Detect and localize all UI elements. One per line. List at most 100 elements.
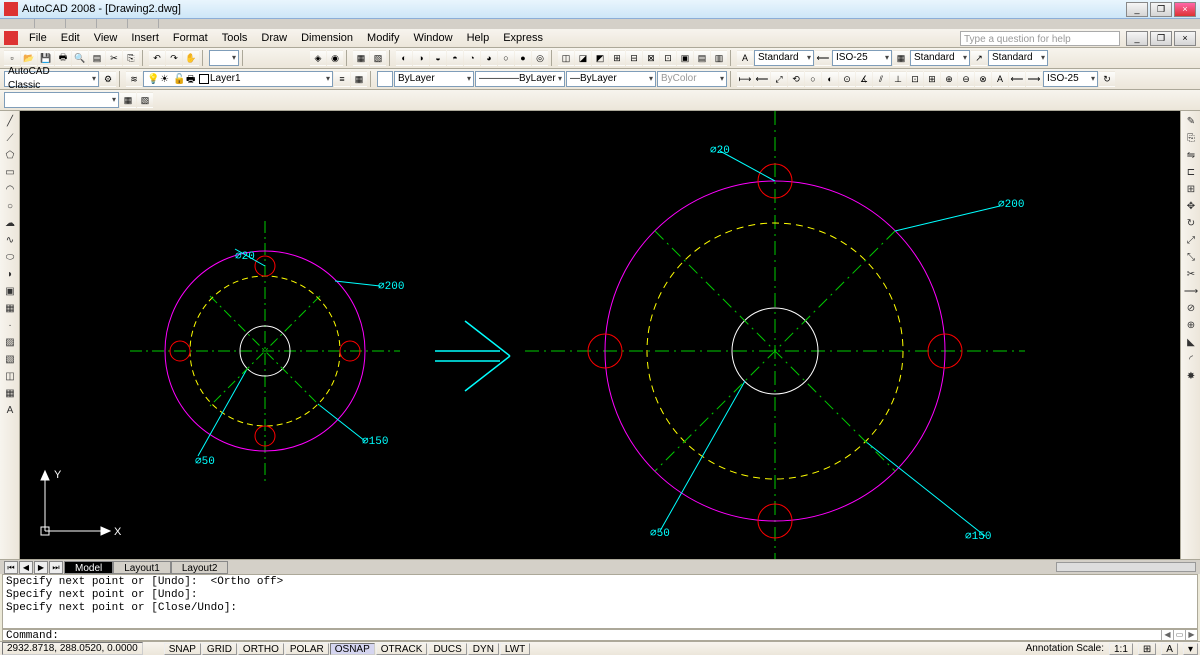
table-style-combo[interactable]: Standard <box>910 50 970 66</box>
hscrollbar[interactable] <box>1056 562 1196 572</box>
layer-props-button[interactable]: ≋ <box>126 71 142 87</box>
anno-auto-button[interactable]: A <box>1161 643 1178 655</box>
table-tool[interactable]: ▦ <box>2 385 18 401</box>
color-combo[interactable]: ByLayer <box>394 71 474 87</box>
tab-model[interactable]: Model <box>64 561 113 574</box>
workspace-settings-button[interactable]: ⚙ <box>100 71 116 87</box>
preview-button[interactable]: 🔍 <box>72 50 88 66</box>
arc-tool[interactable]: ◠ <box>2 181 18 197</box>
layer-tool-button[interactable]: ≡ <box>334 71 350 87</box>
polygon-tool[interactable]: ⬠ <box>2 147 18 163</box>
dim-tool-button[interactable]: ⊥ <box>890 71 906 87</box>
pline-tool[interactable]: ⟋ <box>2 130 18 146</box>
new-button[interactable]: ▫ <box>4 50 20 66</box>
cmd-scroll-right[interactable]: ▶ <box>1185 630 1197 640</box>
offset-tool[interactable]: ⊏ <box>1183 164 1199 180</box>
gradient-tool[interactable]: ▧ <box>2 351 18 367</box>
zoom-combo[interactable] <box>209 50 239 66</box>
plotstyle-combo[interactable]: ByColor <box>657 71 727 87</box>
status-tray-button[interactable]: ▾ <box>1183 643 1198 655</box>
status-otrack[interactable]: OTRACK <box>376 643 428 655</box>
extend-tool[interactable]: ⟶ <box>1183 283 1199 299</box>
line-tool[interactable]: ╱ <box>2 113 18 129</box>
undo-button[interactable]: ↶ <box>149 50 165 66</box>
dim-tool-button[interactable]: A <box>992 71 1008 87</box>
tool-button[interactable]: ⊞ <box>609 50 625 66</box>
dim-style-icon[interactable]: ⟵ <box>815 50 831 66</box>
color-swatch[interactable] <box>377 71 393 87</box>
anno-scale-value[interactable]: 1:1 <box>1109 643 1133 655</box>
dim-tool-button[interactable]: ○ <box>805 71 821 87</box>
drawing-canvas[interactable]: ⌀20 ⌀200 ⌀50 ⌀150 ⌀20 ⌀200 ⌀50 ⌀150 Y X <box>20 111 1180 559</box>
menu-file[interactable]: File <box>22 32 54 44</box>
revcloud-tool[interactable]: ☁ <box>2 215 18 231</box>
nav-button[interactable]: ◉ <box>327 50 343 66</box>
tool-button[interactable]: ◕ <box>481 50 497 66</box>
status-snap[interactable]: SNAP <box>164 643 201 655</box>
status-lwt[interactable]: LWT <box>500 643 530 655</box>
doc-minimize-button[interactable]: _ <box>1126 31 1148 46</box>
status-ducs[interactable]: DUCS <box>428 643 466 655</box>
tab-layout2[interactable]: Layout2 <box>171 561 229 574</box>
tool-button[interactable]: ● <box>515 50 531 66</box>
dim-tool-button[interactable]: ◐ <box>822 71 838 87</box>
menu-tools[interactable]: Tools <box>215 32 255 44</box>
hatch-tool[interactable]: ▨ <box>2 334 18 350</box>
join-tool[interactable]: ⊕ <box>1183 317 1199 333</box>
anno-vis-button[interactable]: ⊞ <box>1138 643 1156 655</box>
break-tool[interactable]: ⊘ <box>1183 300 1199 316</box>
status-dyn[interactable]: DYN <box>468 643 499 655</box>
tool-button[interactable]: ○ <box>498 50 514 66</box>
point-tool[interactable]: · <box>2 317 18 333</box>
publish-button[interactable]: ▤ <box>89 50 105 66</box>
erase-tool[interactable]: ✎ <box>1183 113 1199 129</box>
dim-tool-button[interactable]: ⊡ <box>907 71 923 87</box>
menu-insert[interactable]: Insert <box>124 32 166 44</box>
dim-tool-button[interactable]: ⟶ <box>1026 71 1042 87</box>
dim-update-button[interactable]: ↻ <box>1099 71 1115 87</box>
make-block-tool[interactable]: ▦ <box>2 300 18 316</box>
tool-button[interactable]: ⊟ <box>626 50 642 66</box>
tool-button[interactable]: ◒ <box>430 50 446 66</box>
menu-express[interactable]: Express <box>496 32 550 44</box>
tool-button[interactable]: ▧ <box>370 50 386 66</box>
insert-block-tool[interactable]: ▣ <box>2 283 18 299</box>
circle-tool[interactable]: ○ <box>2 198 18 214</box>
text-style-icon[interactable]: A <box>737 50 753 66</box>
tool-button[interactable]: ⊡ <box>660 50 676 66</box>
menu-modify[interactable]: Modify <box>360 32 406 44</box>
menu-help[interactable]: Help <box>460 32 497 44</box>
tool-button[interactable]: ⊠ <box>643 50 659 66</box>
ellipse-arc-tool[interactable]: ◗ <box>2 266 18 282</box>
tool-button[interactable]: ◩ <box>592 50 608 66</box>
spline-tool[interactable]: ∿ <box>2 232 18 248</box>
menu-dimension[interactable]: Dimension <box>294 32 360 44</box>
tool-button[interactable]: ◔ <box>464 50 480 66</box>
rectangle-tool[interactable]: ▭ <box>2 164 18 180</box>
cmd-scroll-left[interactable]: ◀ <box>1161 630 1173 640</box>
menu-window[interactable]: Window <box>406 32 459 44</box>
dim-style-combo[interactable]: ISO-25 <box>832 50 892 66</box>
stretch-tool[interactable]: ⤡ <box>1183 249 1199 265</box>
dim-tool-button[interactable]: ⤢ <box>771 71 787 87</box>
open-button[interactable]: 📂 <box>21 50 37 66</box>
tab-layout1[interactable]: Layout1 <box>113 561 171 574</box>
quick-input[interactable] <box>4 92 119 108</box>
linetype-combo[interactable]: ———— ByLayer <box>475 71 565 87</box>
coordinates-display[interactable]: 2932.8718, 288.0520, 0.0000 <box>2 642 143 655</box>
trim-tool[interactable]: ✂ <box>1183 266 1199 282</box>
props-button[interactable]: ▦ <box>120 92 136 108</box>
dim-tool-button[interactable]: ⊕ <box>941 71 957 87</box>
menu-format[interactable]: Format <box>166 32 215 44</box>
plot-button[interactable]: 🖶 <box>55 50 71 66</box>
tool-button[interactable]: ▤ <box>694 50 710 66</box>
array-tool[interactable]: ⊞ <box>1183 181 1199 197</box>
tool-button[interactable]: ▥ <box>711 50 727 66</box>
copy-button[interactable]: ⎘ <box>123 50 139 66</box>
props-button[interactable]: ▧ <box>137 92 153 108</box>
cmd-scroll-thumb[interactable]: ▭ <box>1173 630 1185 640</box>
close-button[interactable]: × <box>1174 2 1196 17</box>
text-style-combo[interactable]: Standard <box>754 50 814 66</box>
region-tool[interactable]: ◫ <box>2 368 18 384</box>
doc-restore-button[interactable]: ❐ <box>1150 31 1172 46</box>
